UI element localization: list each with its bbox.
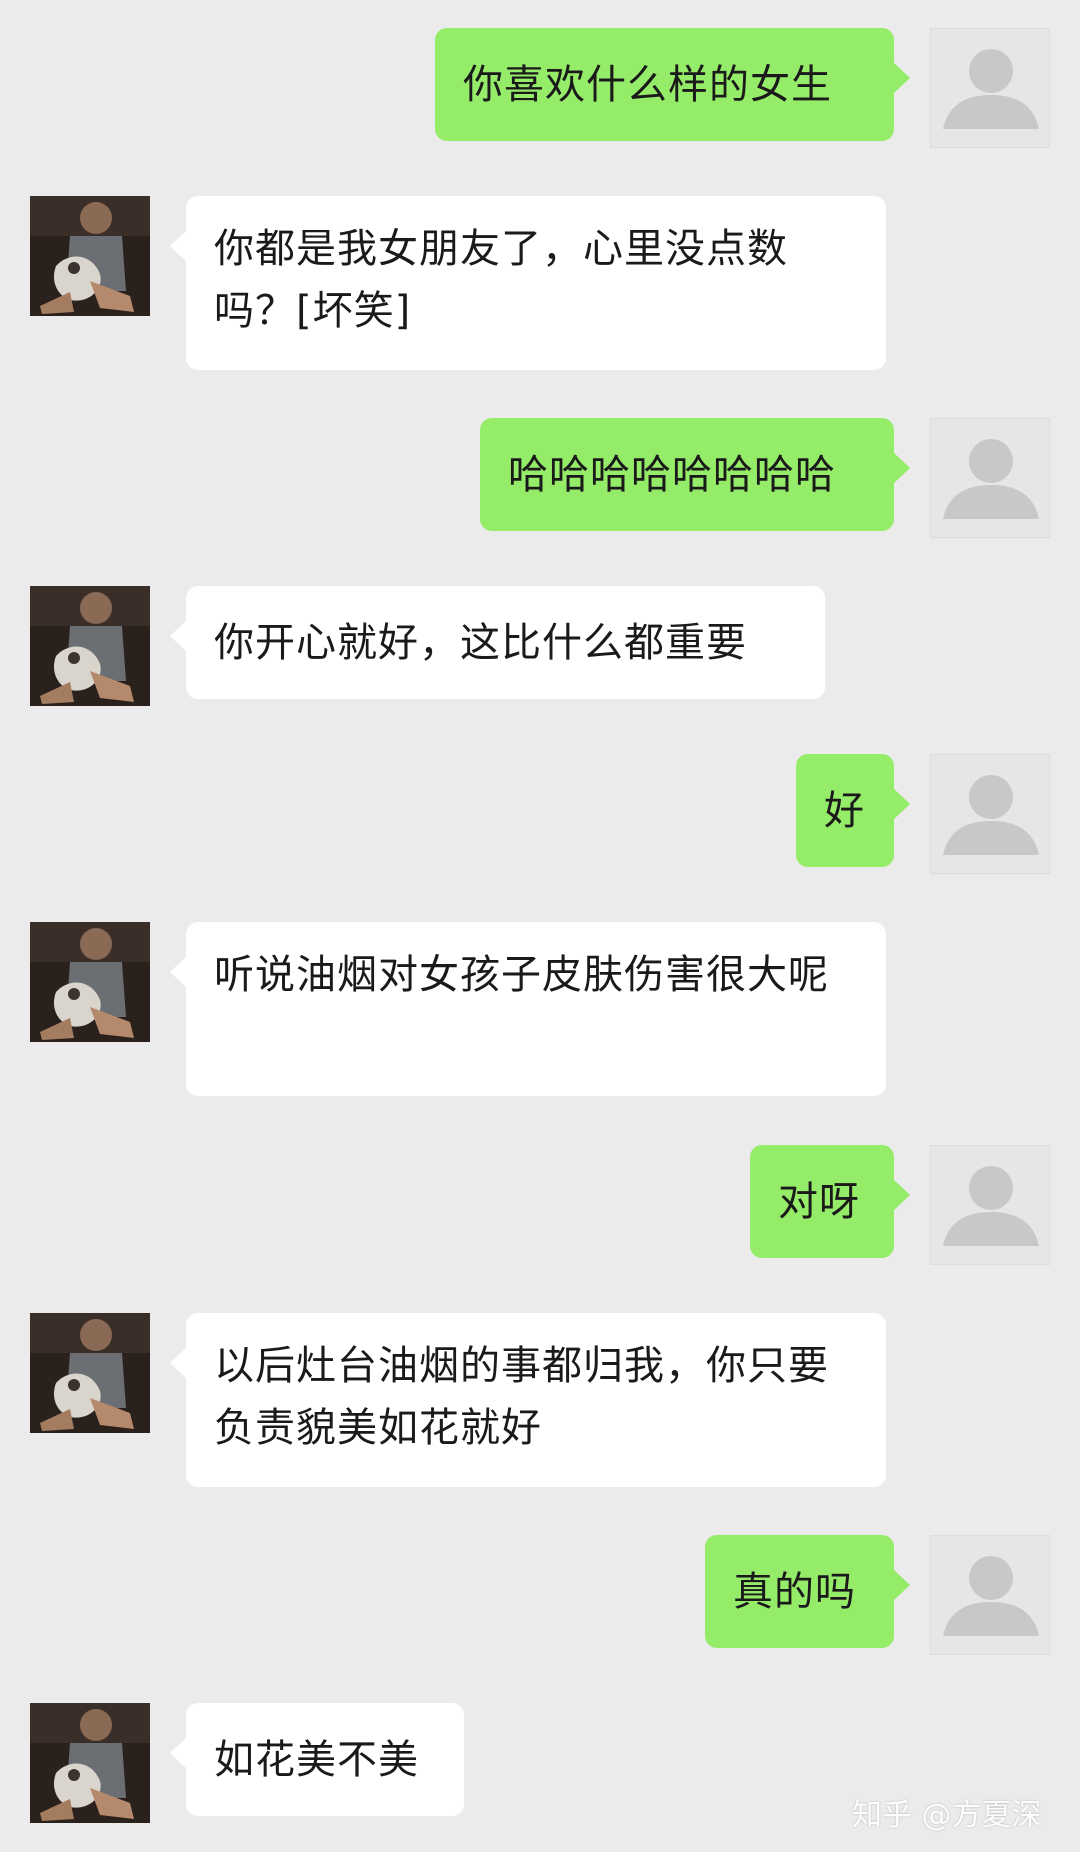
their-avatar[interactable] — [30, 922, 150, 1042]
my-message-bubble[interactable]: 哈哈哈哈哈哈哈哈 — [480, 418, 910, 531]
message-text: 好 — [824, 788, 865, 834]
message-row: 你喜欢什么样的女生 — [0, 28, 1080, 148]
default-person-icon — [943, 439, 1039, 519]
message-text: 你都是我女朋友了，心里没点数吗？[坏笑] — [214, 226, 788, 334]
default-person-icon — [943, 1556, 1039, 1636]
my-message-bubble[interactable]: 好 — [796, 754, 910, 867]
my-avatar[interactable] — [930, 418, 1050, 538]
their-avatar[interactable] — [30, 1313, 150, 1433]
message-row: 听说油烟对女孩子皮肤伤害很大呢 — [0, 922, 1080, 1097]
message-text: 你开心就好，这比什么都重要 — [214, 620, 747, 666]
their-avatar[interactable] — [30, 196, 150, 316]
my-avatar[interactable] — [930, 28, 1050, 148]
message-row: 真的吗 — [0, 1535, 1080, 1655]
message-text: 以后灶台油烟的事都归我，你只要负责貌美如花就好 — [214, 1343, 829, 1451]
message-text: 听说油烟对女孩子皮肤伤害很大呢 — [214, 952, 829, 998]
message-row: 好 — [0, 754, 1080, 874]
message-text: 如花美不美 — [214, 1737, 419, 1783]
photo-avatar-icon — [30, 1703, 150, 1823]
their-message-bubble[interactable]: 以后灶台油烟的事都归我，你只要负责貌美如花就好 — [170, 1313, 886, 1487]
message-row: 哈哈哈哈哈哈哈哈 — [0, 418, 1080, 538]
my-message-bubble[interactable]: 真的吗 — [705, 1535, 910, 1648]
their-avatar[interactable] — [30, 1703, 150, 1823]
their-message-bubble[interactable]: 你都是我女朋友了，心里没点数吗？[坏笑] — [170, 196, 886, 370]
default-person-icon — [943, 1166, 1039, 1246]
their-avatar[interactable] — [30, 586, 150, 706]
photo-avatar-icon — [30, 1313, 150, 1433]
message-row: 你都是我女朋友了，心里没点数吗？[坏笑] — [0, 196, 1080, 371]
message-text: 你喜欢什么样的女生 — [463, 62, 832, 108]
message-row: 你开心就好，这比什么都重要 — [0, 586, 1080, 706]
their-message-bubble[interactable]: 你开心就好，这比什么都重要 — [170, 586, 825, 699]
their-message-bubble[interactable]: 如花美不美 — [170, 1703, 464, 1816]
my-message-bubble[interactable]: 你喜欢什么样的女生 — [435, 28, 910, 141]
watermark: 知乎 @方夏深 — [852, 1798, 1042, 1833]
message-text: 真的吗 — [733, 1569, 856, 1615]
photo-avatar-icon — [30, 922, 150, 1042]
message-text: 哈哈哈哈哈哈哈哈 — [508, 452, 836, 498]
my-message-bubble[interactable]: 对呀 — [750, 1145, 910, 1258]
photo-avatar-icon — [30, 196, 150, 316]
message-row: 对呀 — [0, 1145, 1080, 1265]
default-person-icon — [943, 49, 1039, 129]
photo-avatar-icon — [30, 586, 150, 706]
my-avatar[interactable] — [930, 1145, 1050, 1265]
my-avatar[interactable] — [930, 754, 1050, 874]
message-row: 以后灶台油烟的事都归我，你只要负责貌美如花就好 — [0, 1313, 1080, 1488]
chat-area: 你喜欢什么样的女生 你都是我女朋友了，心里没点数吗？[坏笑] 哈哈哈哈哈哈哈哈 … — [0, 0, 1080, 1852]
my-avatar[interactable] — [930, 1535, 1050, 1655]
message-text: 对呀 — [778, 1179, 860, 1225]
default-person-icon — [943, 775, 1039, 855]
their-message-bubble[interactable]: 听说油烟对女孩子皮肤伤害很大呢 — [170, 922, 886, 1096]
